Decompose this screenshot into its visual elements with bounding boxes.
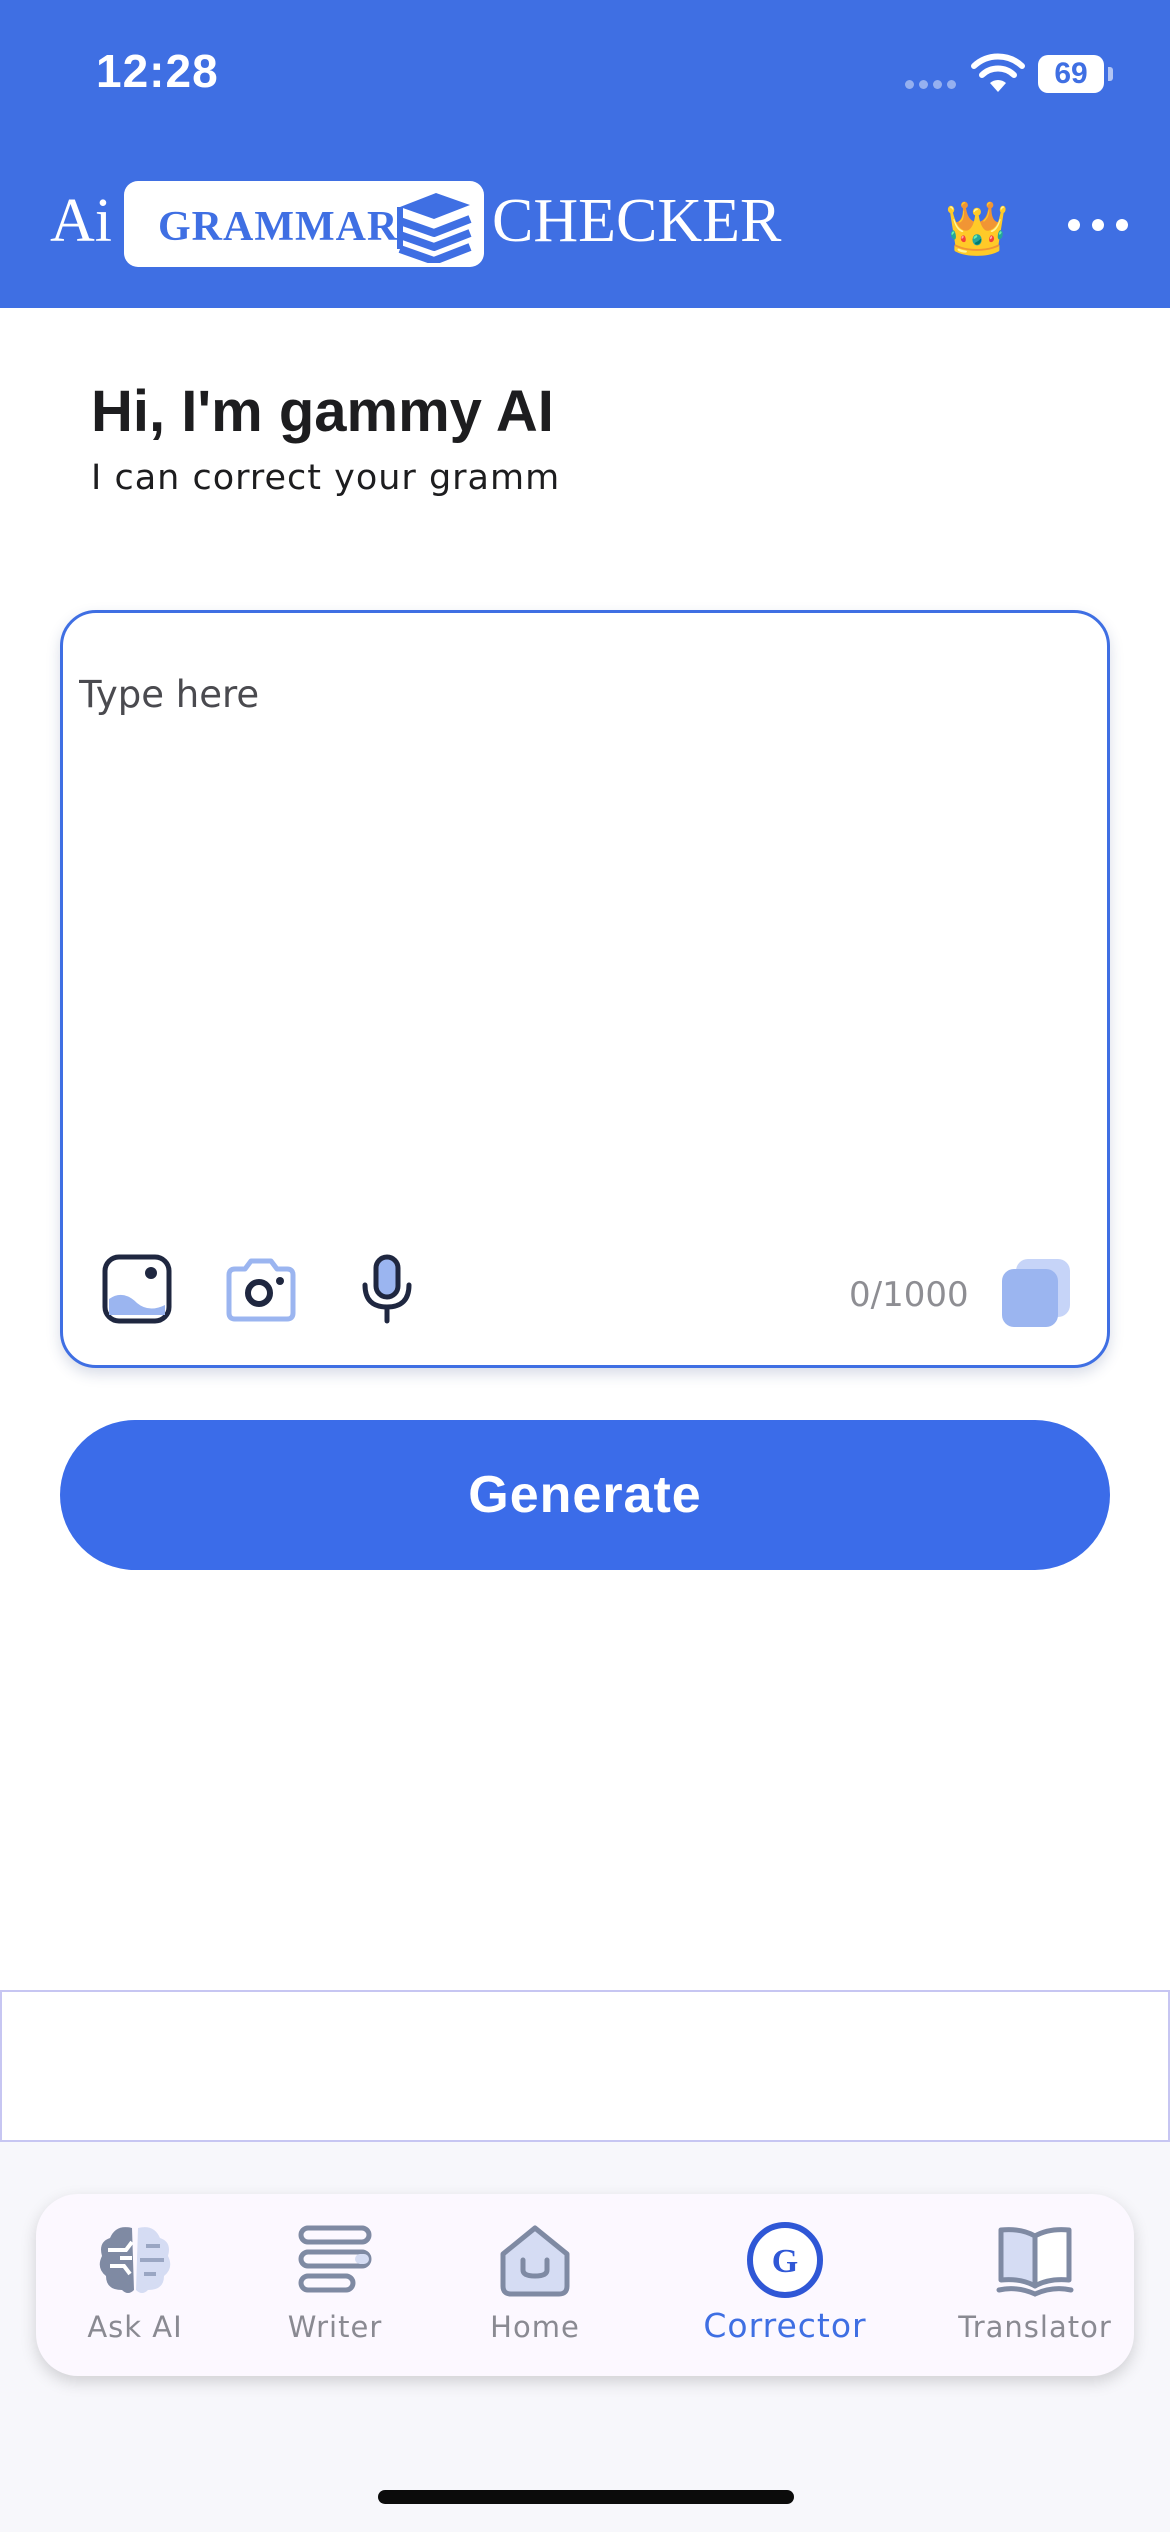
logo-prefix: Ai xyxy=(50,187,112,255)
copy-icon[interactable] xyxy=(998,1255,1074,1331)
microphone-icon[interactable] xyxy=(355,1253,419,1325)
more-options-button[interactable] xyxy=(1068,205,1128,245)
brain-icon xyxy=(99,2227,171,2293)
generate-button-label: Generate xyxy=(468,1466,702,1524)
greeting-title: Hi, I'm gammy AI xyxy=(91,379,554,444)
tab-corrector[interactable]: G Corrector xyxy=(695,2194,875,2376)
wifi-icon xyxy=(971,53,1025,92)
svg-text:G: G xyxy=(772,2243,798,2280)
grammar-text-input[interactable] xyxy=(79,673,1089,1233)
premium-crown-button[interactable]: 👑 xyxy=(942,198,1012,260)
cellular-signal-icon xyxy=(905,80,961,92)
tab-label: Ask AI xyxy=(87,2310,183,2344)
logo-suffix: CHECKER xyxy=(492,187,782,255)
camera-icon[interactable] xyxy=(223,1253,299,1325)
more-dot xyxy=(1068,219,1080,231)
app-header: 12:28 69 Ai GRAMMAR CHECKER 👑 xyxy=(0,0,1170,308)
book-icon xyxy=(996,2227,1074,2297)
logo-badge: GRAMMAR xyxy=(124,181,484,267)
generate-button[interactable]: Generate xyxy=(60,1420,1110,1570)
text-input-card: 0/1000 xyxy=(60,610,1110,1368)
tab-label: Translator xyxy=(958,2310,1112,2344)
logo-grammar-text: GRAMMAR xyxy=(158,204,399,250)
home-indicator xyxy=(378,2490,794,2504)
battery-cap xyxy=(1108,67,1113,81)
tab-label: Writer xyxy=(287,2310,383,2344)
tab-ask-ai[interactable]: Ask AI xyxy=(45,2194,225,2376)
corrector-g-icon: G xyxy=(747,2222,823,2298)
greeting-subtitle: I can correct your gramm xyxy=(91,458,561,498)
home-icon xyxy=(500,2225,570,2297)
battery-icon: 69 xyxy=(1038,55,1104,93)
tab-label: Corrector xyxy=(703,2306,867,2345)
tab-home[interactable]: Home xyxy=(445,2194,625,2376)
more-dot xyxy=(1116,219,1128,231)
more-dot xyxy=(1092,219,1104,231)
tab-label: Home xyxy=(490,2310,580,2344)
tab-writer[interactable]: Writer xyxy=(245,2194,425,2376)
battery-level: 69 xyxy=(1054,57,1088,90)
crown-icon: 👑 xyxy=(944,199,1010,259)
image-icon[interactable] xyxy=(101,1253,173,1325)
status-time: 12:28 xyxy=(96,45,219,97)
banner-ad-placeholder xyxy=(0,1990,1170,2142)
books-icon xyxy=(397,193,472,263)
character-count: 0/1000 xyxy=(849,1275,969,1315)
tab-translator[interactable]: Translator xyxy=(945,2194,1125,2376)
bottom-tab-bar: Ask AI Writer Home G Corrector Translato xyxy=(36,2194,1134,2376)
writer-lines-icon xyxy=(298,2225,372,2293)
